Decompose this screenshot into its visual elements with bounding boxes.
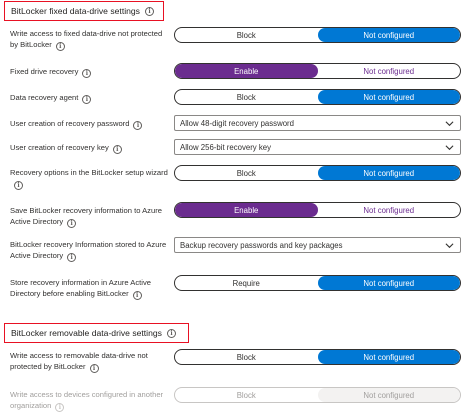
- setting-label-store-recovery-information-in-azure-acti: Store recovery information in Azure Acti…: [10, 277, 170, 300]
- toggle-option-not-configured[interactable]: Not configured: [318, 64, 461, 78]
- info-icon[interactable]: i: [144, 6, 154, 16]
- toggle-option-block: Block: [236, 390, 256, 400]
- info-icon[interactable]: i: [133, 121, 143, 130]
- info-icon[interactable]: i: [82, 95, 92, 104]
- info-icon[interactable]: i: [14, 181, 23, 190]
- setting-label-text: Save BitLocker recovery information to A…: [10, 206, 162, 226]
- toggle-option-block[interactable]: Block: [175, 28, 318, 42]
- info-icon[interactable]: i: [82, 69, 92, 78]
- info-icon[interactable]: i: [67, 253, 77, 262]
- toggle-option-block[interactable]: Block: [175, 90, 318, 104]
- setting-label-data-recovery-agent: Data recovery agent i: [10, 92, 170, 104]
- removable-section-header: BitLocker removable data-drive settings …: [4, 323, 189, 343]
- setting-label-text: User creation of recovery password: [10, 119, 130, 128]
- setting-label-text: User creation of recovery key: [10, 143, 109, 152]
- info-icon[interactable]: i: [89, 364, 99, 373]
- toggle-fixed-drive-recovery[interactable]: Enable Not configured: [174, 63, 461, 79]
- info-icon[interactable]: i: [166, 328, 176, 338]
- setting-label-recovery-options-in-the-bitlocker-setup-: Recovery options in the BitLocker setup …: [10, 167, 170, 190]
- dropdown-value: Allow 256-bit recovery key: [180, 142, 272, 152]
- toggle-write-access-to-removable-data-drive-not[interactable]: Block Not configured: [174, 349, 461, 365]
- toggle-option-require[interactable]: Require: [175, 276, 318, 290]
- setting-label-bitlocker-recovery-information-stored-to: BitLocker recovery Information stored to…: [10, 239, 170, 262]
- setting-label-text: Recovery options in the BitLocker setup …: [10, 168, 168, 177]
- info-icon[interactable]: i: [112, 145, 122, 154]
- info-icon[interactable]: i: [55, 42, 65, 51]
- toggle-write-access-to-fixed-data-drive-not-pro[interactable]: Block Not configured: [174, 27, 461, 43]
- setting-label-text: Fixed drive recovery: [10, 67, 79, 76]
- setting-label-user-creation-of-recovery-password: User creation of recovery password i: [10, 118, 170, 130]
- toggle-option-not-configured[interactable]: Not configured: [317, 90, 460, 104]
- toggle-store-recovery-information-in-azure-acti[interactable]: Require Not configured: [174, 275, 461, 291]
- setting-label-text: Store recovery information in Azure Acti…: [10, 278, 151, 298]
- chevron-down-icon[interactable]: [445, 241, 454, 250]
- chevron-down-icon[interactable]: [445, 143, 454, 152]
- toggle-option-not-configured: Not configured: [317, 388, 460, 402]
- toggle-option-not-configured[interactable]: Not configured: [317, 166, 460, 180]
- dropdown-value: Allow 48-digit recovery password: [180, 118, 294, 128]
- fixed-section-header: BitLocker fixed data-drive settings i: [4, 1, 164, 21]
- toggle-save-bitlocker-recovery-information-to-a[interactable]: Enable Not configured: [174, 202, 461, 218]
- removable-section-title: BitLocker removable data-drive settings: [11, 328, 162, 338]
- setting-label-write-access-to-fixed-data-drive-not-pro: Write access to fixed data-drive not pro…: [10, 28, 170, 51]
- dropdown-value: Backup recovery passwords and key packag…: [180, 240, 343, 250]
- setting-label-write-access-to-removable-data-drive-not: Write access to removable data-drive not…: [10, 350, 170, 373]
- chevron-down-icon[interactable]: [445, 119, 454, 128]
- toggle-option-enable[interactable]: Enable: [175, 203, 318, 217]
- info-icon: i: [55, 403, 65, 412]
- toggle-option-not-configured[interactable]: Not configured: [317, 276, 460, 290]
- dropdown-user-creation-of-recovery-password[interactable]: Allow 48-digit recovery password: [174, 115, 461, 131]
- setting-label-text: Data recovery agent: [10, 93, 79, 102]
- setting-label-fixed-drive-recovery: Fixed drive recovery i: [10, 66, 170, 78]
- fixed-section-title: BitLocker fixed data-drive settings: [11, 6, 140, 16]
- info-icon[interactable]: i: [67, 219, 77, 228]
- toggle-option-not-configured[interactable]: Not configured: [318, 203, 461, 217]
- setting-label-text: BitLocker recovery Information stored to…: [10, 240, 167, 260]
- toggle-data-recovery-agent[interactable]: Block Not configured: [174, 89, 461, 105]
- toggle-option-not-configured[interactable]: Not configured: [317, 28, 460, 42]
- setting-label-text: Write access to devices configured in an…: [10, 390, 164, 410]
- toggle-write-access-to-devices-configured-in-an: Block Not configured: [174, 387, 461, 403]
- toggle-option-block[interactable]: Block: [175, 350, 318, 364]
- toggle-option-enable[interactable]: Enable: [175, 64, 318, 78]
- setting-label-user-creation-of-recovery-key: User creation of recovery key i: [10, 142, 170, 154]
- dropdown-bitlocker-recovery-information-stored-to[interactable]: Backup recovery passwords and key packag…: [174, 237, 461, 253]
- toggle-option-not-configured[interactable]: Not configured: [317, 350, 460, 364]
- info-icon[interactable]: i: [132, 291, 142, 300]
- dropdown-user-creation-of-recovery-key[interactable]: Allow 256-bit recovery key: [174, 139, 461, 155]
- setting-label-text: Write access to fixed data-drive not pro…: [10, 29, 163, 49]
- setting-label-write-access-to-devices-configured-in-an: Write access to devices configured in an…: [10, 389, 170, 412]
- setting-label-text: Write access to removable data-drive not…: [10, 351, 148, 371]
- toggle-option-block[interactable]: Block: [175, 166, 318, 180]
- setting-label-save-bitlocker-recovery-information-to-a: Save BitLocker recovery information to A…: [10, 205, 170, 228]
- toggle-recovery-options-in-the-bitlocker-setup-[interactable]: Block Not configured: [174, 165, 461, 181]
